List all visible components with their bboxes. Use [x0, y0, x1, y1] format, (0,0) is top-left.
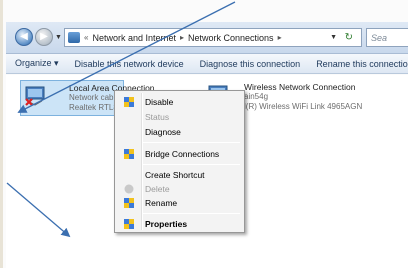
organize-menu[interactable]: Organize ▾: [6, 58, 67, 69]
menu-separator: [143, 142, 240, 143]
menu-item-label: Delete: [145, 184, 170, 194]
connection-name: Wireless Network Connection: [244, 82, 356, 92]
recent-pages-dropdown[interactable]: ▼: [55, 34, 62, 41]
menu-item-label: Status: [145, 112, 170, 122]
address-dropdown-icon[interactable]: ▼: [330, 34, 337, 41]
local-area-connection-item[interactable]: Local Area Connection Network cable Real…: [20, 80, 155, 116]
menu-item-label: Bridge Connections: [145, 149, 220, 159]
shield-icon: [124, 97, 134, 107]
shield-icon: [124, 198, 134, 208]
address-row: ◀ ▶ ▼ « Network and Internet ▸ Network C…: [6, 22, 408, 54]
rename-connection-button[interactable]: Rename this connection: [308, 59, 408, 69]
menu-item-create-shortcut[interactable]: Create Shortcut: [117, 168, 242, 182]
forward-button[interactable]: ▶: [35, 28, 53, 46]
menu-item-status[interactable]: Status: [117, 110, 242, 124]
command-bar: Organize ▾ Disable this network device D…: [6, 54, 408, 74]
ethernet-network-icon: [25, 86, 45, 106]
connection-context-menu: Disable Status Diagnose Bridge Connectio…: [114, 90, 245, 233]
forward-arrow-icon: ▶: [40, 31, 48, 42]
menu-item-disable[interactable]: Disable: [117, 95, 242, 109]
back-button[interactable]: ◀: [15, 28, 33, 46]
menu-item-label: Rename: [145, 198, 178, 208]
menu-separator: [143, 164, 240, 165]
breadcrumb-separator[interactable]: ▸: [180, 33, 184, 42]
menu-item-label: Diagnose: [145, 127, 181, 137]
menu-item-bridge-connections[interactable]: Bridge Connections: [117, 147, 242, 161]
back-arrow-icon: ◀: [20, 31, 28, 42]
menu-separator: [143, 213, 240, 214]
address-bar[interactable]: « Network and Internet ▸ Network Connect…: [64, 28, 362, 47]
explorer-window: ◀ ▶ ▼ « Network and Internet ▸ Network C…: [0, 0, 408, 268]
shield-icon: [124, 184, 134, 194]
control-panel-icon: [68, 32, 80, 43]
menu-item-rename[interactable]: Rename: [117, 196, 242, 210]
shield-icon: [124, 219, 134, 229]
disable-device-button[interactable]: Disable this network device: [67, 59, 192, 69]
menu-item-diagnose[interactable]: Diagnose: [117, 125, 242, 139]
menu-item-label: Properties: [145, 219, 188, 229]
menu-item-label: Create Shortcut: [145, 170, 205, 180]
breadcrumb-separator[interactable]: ▸: [278, 33, 282, 42]
breadcrumb-network-and-internet[interactable]: Network and Internet: [92, 33, 176, 43]
menu-item-delete[interactable]: Delete: [117, 182, 242, 196]
menu-item-properties[interactable]: Properties: [117, 217, 242, 231]
search-input[interactable]: Sea: [366, 28, 408, 47]
breadcrumb-overflow[interactable]: «: [84, 33, 88, 42]
connection-status: ain54g: [244, 92, 269, 101]
connection-adapter: l(R) Wireless WiFi Link 4965AGN: [244, 102, 363, 111]
breadcrumb-network-connections[interactable]: Network Connections: [188, 33, 274, 43]
refresh-icon[interactable]: ↻: [345, 32, 353, 43]
menu-item-label: Disable: [145, 97, 174, 107]
diagnose-connection-button[interactable]: Diagnose this connection: [192, 59, 309, 69]
shield-icon: [124, 149, 134, 159]
